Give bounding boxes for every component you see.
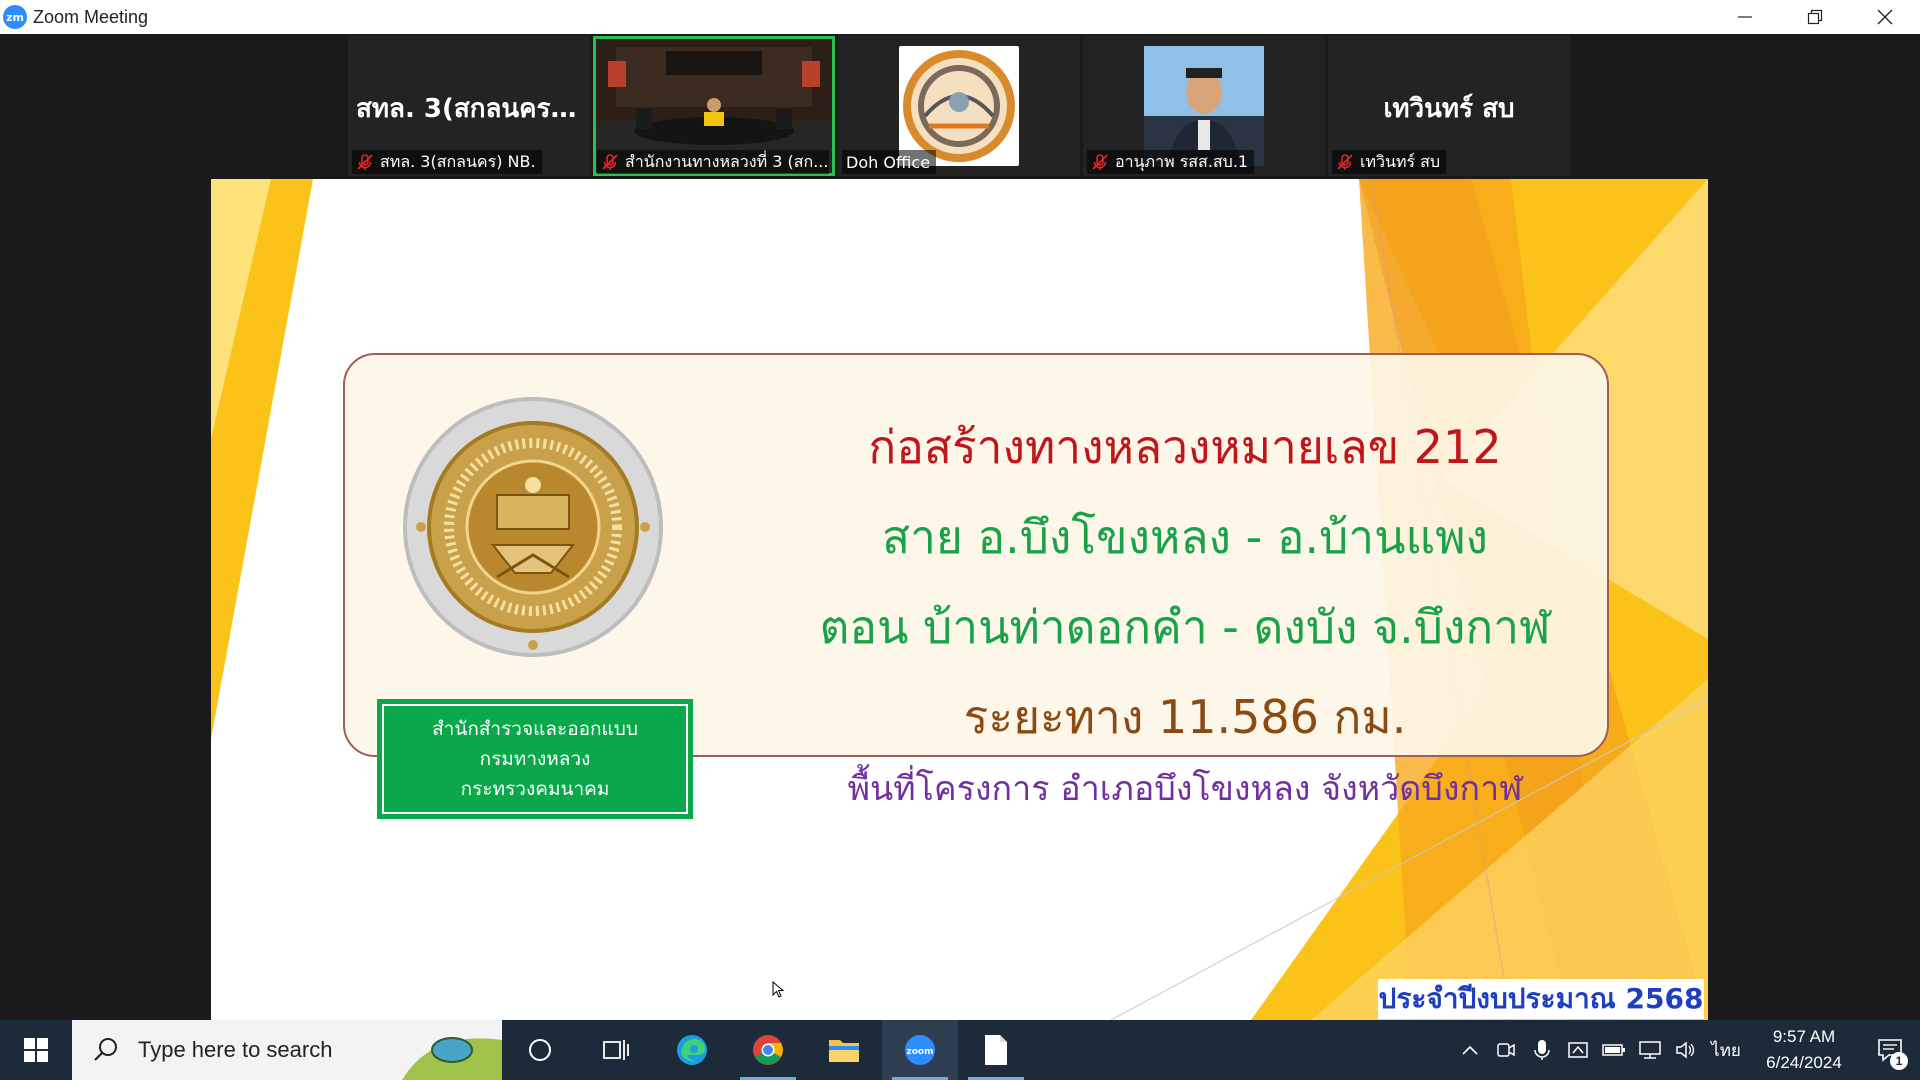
department-of-highways-seal bbox=[403, 397, 663, 657]
org-line-1: สำนักสำรวจและออกแบบ bbox=[432, 718, 638, 740]
edge-taskbar-button[interactable] bbox=[654, 1020, 730, 1080]
task-view-button[interactable] bbox=[578, 1020, 654, 1080]
search-highlight-illustration bbox=[402, 1037, 502, 1080]
close-icon bbox=[1877, 9, 1893, 25]
participant-name-label: สำนักงานทางหลวงที่ 3 (สก... bbox=[597, 150, 829, 174]
ethernet-button[interactable] bbox=[1632, 1020, 1668, 1080]
notification-count-badge: 1 bbox=[1890, 1052, 1908, 1070]
participant-strip: สทล. 3(สกลนคร)... สทล. 3(สกลนคร) NB. สำน… bbox=[348, 36, 1570, 176]
window-controls bbox=[1710, 0, 1920, 34]
chrome-icon bbox=[753, 1035, 783, 1065]
search-icon bbox=[94, 1038, 117, 1061]
org-line-2: กรมทางหลวง bbox=[479, 748, 591, 770]
participant-display-name: เทวินทร์ สบ bbox=[1383, 94, 1515, 124]
minimize-button[interactable] bbox=[1710, 0, 1780, 34]
taskbar-clock[interactable]: 9:57 AM 6/24/2024 bbox=[1748, 1024, 1860, 1076]
participant-tile[interactable]: อานุภาพ รสส.สบ.1 bbox=[1083, 36, 1325, 176]
participant-tile-active-speaker[interactable]: สำนักงานทางหลวงที่ 3 (สก... bbox=[593, 36, 835, 176]
participant-name-label: เทวินทร์ สบ bbox=[1332, 150, 1447, 174]
meet-now-button[interactable] bbox=[1488, 1020, 1524, 1080]
participant-name-label: อานุภาพ รสส.สบ.1 bbox=[1087, 150, 1255, 174]
participant-display-name: สทล. 3(สกลนคร)... bbox=[356, 94, 590, 124]
slide-distance-line: ระยะทาง 11.586 กม. bbox=[963, 690, 1407, 744]
battery-icon bbox=[1602, 1044, 1625, 1056]
slide-section-line: ตอน บ้านท่าดอกคำ - ดงบัง จ.บึงกาฬ bbox=[819, 600, 1551, 654]
clock-date: 6/24/2024 bbox=[1766, 1053, 1842, 1072]
task-view-icon bbox=[603, 1040, 629, 1060]
minimize-icon bbox=[1738, 16, 1752, 18]
close-button[interactable] bbox=[1850, 0, 1920, 34]
mic-muted-icon bbox=[357, 154, 373, 170]
meet-now-icon bbox=[1497, 1043, 1515, 1057]
ethernet-icon bbox=[1639, 1041, 1661, 1059]
restore-icon bbox=[1807, 9, 1823, 25]
mic-muted-icon bbox=[1337, 154, 1353, 170]
mic-muted-icon bbox=[602, 154, 618, 170]
slide-route-line: สาย อ.บึงโขงหลง - อ.บ้านแพง bbox=[882, 510, 1488, 564]
doh-logo-avatar bbox=[899, 46, 1019, 166]
participant-name-label: Doh Office bbox=[842, 150, 937, 174]
document-icon bbox=[985, 1035, 1007, 1065]
window-titlebar: zm Zoom Meeting bbox=[0, 0, 1920, 34]
meeting-area: สทล. 3(สกลนคร)... สทล. 3(สกลนคร) NB. สำน… bbox=[0, 34, 1920, 1020]
system-tray: ไทย 9:57 AM 6/24/2024 1 bbox=[1452, 1020, 1920, 1080]
volume-button[interactable] bbox=[1668, 1020, 1704, 1080]
participant-tile[interactable]: Doh Office bbox=[838, 36, 1080, 176]
show-hidden-icons-button[interactable] bbox=[1452, 1020, 1488, 1080]
participant-name: เทวินทร์ สบ bbox=[1360, 151, 1441, 171]
network-icon bbox=[1568, 1042, 1588, 1058]
shared-screen-slide: สำนักสำรวจและออกแบบ กรมทางหลวง กระทรวงคม… bbox=[211, 179, 1708, 1020]
zoom-taskbar-button[interactable]: zoom bbox=[882, 1020, 958, 1080]
search-placeholder: Type here to search bbox=[138, 1037, 333, 1062]
start-button[interactable] bbox=[0, 1020, 72, 1080]
microphone-icon bbox=[1534, 1040, 1550, 1060]
battery-button[interactable] bbox=[1596, 1020, 1632, 1080]
org-line-3: กระทรวงคมนาคม bbox=[460, 778, 610, 800]
windows-logo-icon bbox=[24, 1038, 48, 1062]
organization-label-box: สำนักสำรวจและออกแบบ กรมทางหลวง กระทรวงคม… bbox=[377, 699, 693, 819]
document-taskbar-button[interactable] bbox=[958, 1020, 1034, 1080]
action-center-button[interactable]: 1 bbox=[1860, 1020, 1920, 1080]
clock-time: 9:57 AM bbox=[1772, 1027, 1836, 1046]
file-explorer-taskbar-button[interactable] bbox=[806, 1020, 882, 1080]
chrome-taskbar-button[interactable] bbox=[730, 1020, 806, 1080]
volume-icon bbox=[1676, 1041, 1695, 1059]
participant-name: สทล. 3(สกลนคร) NB. bbox=[380, 151, 536, 171]
task-view-circle-icon bbox=[529, 1039, 551, 1061]
slide-project-area-line: พื้นที่โครงการ อำเภอบึงโขงหลง จังหวัดบึง… bbox=[847, 769, 1523, 809]
taskbar-search-box[interactable]: Type here to search bbox=[72, 1020, 502, 1080]
project-title-box: สำนักสำรวจและออกแบบ กรมทางหลวง กระทรวงคม… bbox=[343, 353, 1609, 819]
participant-name: อานุภาพ รสส.สบ.1 bbox=[1115, 151, 1249, 171]
network-status-button[interactable] bbox=[1560, 1020, 1596, 1080]
restore-button[interactable] bbox=[1780, 0, 1850, 34]
input-language-indicator[interactable]: ไทย bbox=[1704, 1037, 1748, 1064]
task-view-circle-button[interactable] bbox=[502, 1020, 578, 1080]
participant-tile[interactable]: สทล. 3(สกลนคร)... สทล. 3(สกลนคร) NB. bbox=[348, 36, 590, 176]
file-explorer-icon bbox=[829, 1040, 859, 1062]
mic-muted-icon bbox=[1092, 154, 1108, 170]
zoom-icon: zoom bbox=[905, 1035, 935, 1065]
participant-photo-avatar bbox=[1144, 46, 1264, 166]
mouse-cursor-icon bbox=[772, 981, 785, 998]
slide-title-highway-number: ก่อสร้างทางหลวงหมายเลข 212 bbox=[868, 420, 1502, 474]
microphone-tray-button[interactable] bbox=[1524, 1020, 1560, 1080]
participant-name: สำนักงานทางหลวงที่ 3 (สก... bbox=[625, 151, 829, 171]
zoom-app-icon: zm bbox=[3, 5, 27, 29]
windows-taskbar: Type here to search zoom ไทย 9:57 AM 6/2… bbox=[0, 1020, 1920, 1080]
chevron-up-icon bbox=[1462, 1045, 1478, 1055]
window-title: Zoom Meeting bbox=[33, 6, 149, 27]
budget-year-label: ประจำปีงบประมาณ 2568 bbox=[1378, 979, 1704, 1019]
participant-name: Doh Office bbox=[846, 152, 931, 172]
participant-name-label: สทล. 3(สกลนคร) NB. bbox=[352, 150, 542, 174]
participant-tile[interactable]: เทวินทร์ สบ เทวินทร์ สบ bbox=[1328, 36, 1570, 176]
edge-icon bbox=[677, 1035, 707, 1065]
svg-text:zoom: zoom bbox=[907, 1047, 934, 1057]
